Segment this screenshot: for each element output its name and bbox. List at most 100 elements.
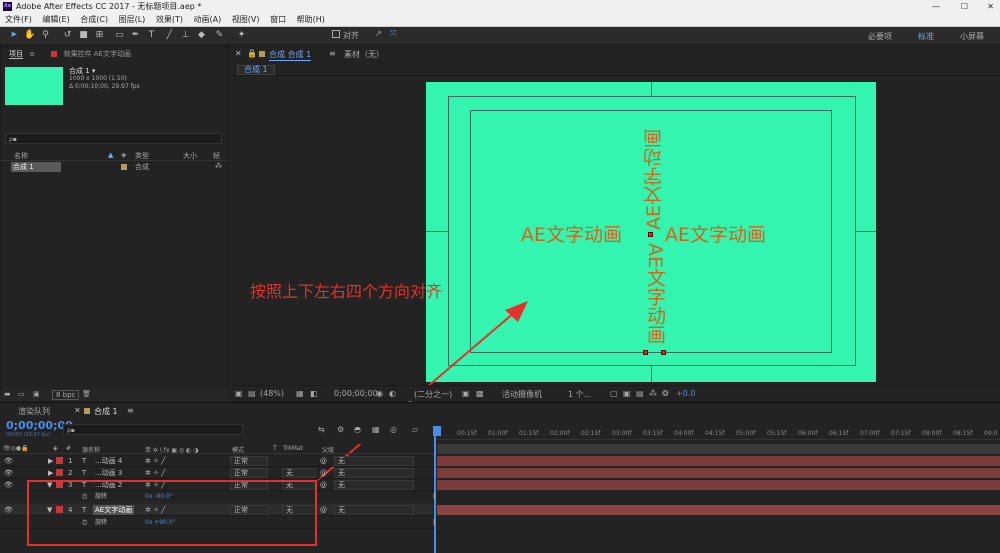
parent-dropdown[interactable]: 无 [334, 456, 414, 466]
layer-row[interactable]: 👁 ▶ 1 T ...动画 4 ✲ ✧ ╱ 正常 @ 无 [0, 455, 433, 467]
layer-column-header: 👁◎●🔒 ◈ # 源名称 单 ✲ \ fx ▣ ◎ ◐ ◑ 模式 T TrkMa… [0, 444, 433, 454]
transparency-grid-icon[interactable]: ▩ [476, 389, 484, 398]
ruler-tick: 08:00f [922, 430, 942, 437]
keyframe-marker[interactable]: I [433, 492, 435, 501]
layer-track-bar[interactable] [437, 468, 1000, 478]
ruler-tick: 03:00f [612, 430, 632, 437]
close-timeline-tab-icon[interactable]: ✕ [74, 406, 81, 415]
viewer-timecode[interactable]: 0;00;00;00 [334, 389, 378, 398]
layer-number: 2 [68, 469, 73, 477]
timeline-tabs: 渲染队列 ✕ 合成 1 ≡ [0, 402, 1000, 416]
frame-blending-icon[interactable]: ▦ [372, 425, 380, 434]
layer-switches-icon[interactable]: ✲ ✧ ╱ [145, 455, 165, 467]
ruler-tick: 03:15f [643, 430, 663, 437]
ruler-tick: 08:15f [953, 430, 973, 437]
viewer-controls: ▣ ▤ (48%) ▦ ◧ 0;00;00;00 ◉ ◐ (二分之一) ▣ ▩ … [230, 385, 1000, 401]
col-mode: 模式 [232, 447, 245, 454]
layer-label-swatch[interactable] [56, 457, 63, 464]
col-t: T [273, 445, 277, 452]
visibility-icon[interactable]: 👁 [4, 504, 13, 516]
playhead[interactable] [434, 428, 436, 553]
mask-icon[interactable]: ◧ [310, 389, 318, 398]
exposure-value[interactable]: +0.0 [676, 389, 695, 398]
views-dropdown[interactable]: 1 个... [568, 389, 591, 400]
ruler-tick: 02:15f [581, 430, 601, 437]
fast-preview-icon[interactable]: ▣ [623, 389, 631, 398]
blend-mode-dropdown[interactable]: 正常 [230, 456, 268, 466]
text-layer-icon: T [82, 457, 87, 465]
col-source-name[interactable]: 源名称 [82, 445, 100, 454]
always-preview-icon[interactable]: ▣ [235, 389, 243, 398]
visibility-icon[interactable]: 👁 [4, 467, 13, 479]
layer-track-bar[interactable] [437, 456, 1000, 466]
flowchart-view-icon[interactable]: ⁂ [649, 389, 657, 398]
exposure-reset-icon[interactable]: ❂ [662, 389, 669, 398]
col-parent: 父级 [322, 447, 335, 454]
comp-mini-flowchart-icon[interactable]: ⇆ [318, 425, 325, 434]
col-layer-number: # [66, 445, 72, 452]
pickwhip-icon[interactable]: @ [320, 455, 327, 467]
shy-icon[interactable]: ◓ [354, 425, 361, 434]
expand-arrow-icon[interactable]: ▶ [48, 455, 53, 467]
trkmat-dropdown[interactable]: 无 [282, 468, 316, 478]
timeline-menu-icon[interactable]: ≡ [127, 406, 134, 415]
roi-icon[interactable]: ▣ [462, 389, 470, 398]
snapshot-icon[interactable]: ◉ [376, 389, 383, 398]
monitor-icon[interactable]: ▤ [248, 389, 256, 398]
av-features-icon: 👁◎●🔒 [3, 445, 29, 452]
highlight-box [27, 480, 317, 546]
ruler-tick: 04:15f [705, 430, 725, 437]
text-layer-icon: T [82, 469, 87, 477]
timeline-icon[interactable]: ▤ [636, 389, 644, 398]
draft-3d-icon[interactable]: ⚙ [337, 425, 344, 434]
timeline-fps: 00000 (29.97 fps) [6, 432, 51, 438]
parent-dropdown[interactable]: 无 [334, 468, 414, 478]
ruler-tick: 02:00f [550, 430, 570, 437]
grid-icon[interactable]: ▦ [296, 389, 304, 398]
ruler-tick: 01:15f [519, 430, 539, 437]
ruler-tick: 06:15f [829, 430, 849, 437]
pickwhip-icon[interactable]: @ [320, 479, 327, 491]
layer-number: 1 [68, 457, 73, 465]
layer-row[interactable]: 👁 ▶ 2 T ...动画 3 ✲ ✧ ╱ 正常 无 @ 无 [0, 467, 433, 479]
graph-editor-icon[interactable]: ▱ [412, 425, 418, 434]
resolution-dropdown[interactable]: (二分之一) [414, 389, 452, 400]
ruler-tick: 06:00f [798, 430, 818, 437]
timeline-search-input[interactable]: ρ▪ [63, 424, 243, 435]
label-column-icon: ◈ [53, 445, 58, 452]
ruler-tick: 09:0 [984, 430, 998, 437]
layer-track-bar[interactable] [437, 480, 1000, 490]
parent-dropdown[interactable]: 无 [334, 480, 414, 490]
ruler-tick: 07:15f [891, 430, 911, 437]
zoom-dropdown[interactable]: (48%) [260, 389, 284, 398]
parent-dropdown[interactable]: 无 [334, 505, 414, 515]
ruler-tick: 04:00f [674, 430, 694, 437]
ruler-tick: 01:00f [488, 430, 508, 437]
timeline-comp-swatch [84, 408, 90, 414]
visibility-icon[interactable]: 👁 [4, 479, 13, 491]
camera-dropdown[interactable]: 活动摄像机 [502, 389, 542, 400]
work-area-bar[interactable] [437, 444, 1000, 454]
ruler-tick: 00:15f [457, 430, 477, 437]
expand-arrow-icon[interactable]: ▶ [48, 467, 53, 479]
toggle-icon[interactable]: ▢ [610, 389, 618, 398]
layer-name[interactable]: ...动画 3 [95, 467, 122, 479]
blend-mode-dropdown[interactable]: 正常 [230, 468, 268, 478]
color-icon[interactable]: ◐ [389, 389, 396, 398]
time-ruler[interactable]: 00:15f 01:00f 01:15f 02:00f 02:15f 03:00… [433, 426, 1000, 440]
col-trkmat: TrkMat [283, 445, 303, 452]
layer-label-swatch[interactable] [56, 469, 63, 476]
layer-name[interactable]: ...动画 4 [95, 455, 122, 467]
col-switches: 单 ✲ \ fx ▣ ◎ ◐ ◑ [145, 447, 199, 454]
timeline-search-icon: ρ▪ [67, 427, 75, 434]
keyframe-marker[interactable]: I [433, 518, 435, 527]
visibility-icon[interactable]: 👁 [4, 455, 13, 467]
ruler-tick: 07:00f [860, 430, 880, 437]
pickwhip-icon[interactable]: @ [320, 467, 327, 479]
ruler-tick: 05:15f [767, 430, 787, 437]
ruler-tick: 05:00f [736, 430, 756, 437]
layer-track-bar[interactable] [437, 505, 1000, 515]
motion-blur-icon[interactable]: ◎ [390, 425, 397, 434]
pickwhip-icon[interactable]: @ [320, 504, 327, 516]
layer-switches-icon[interactable]: ✲ ✧ ╱ [145, 467, 165, 479]
